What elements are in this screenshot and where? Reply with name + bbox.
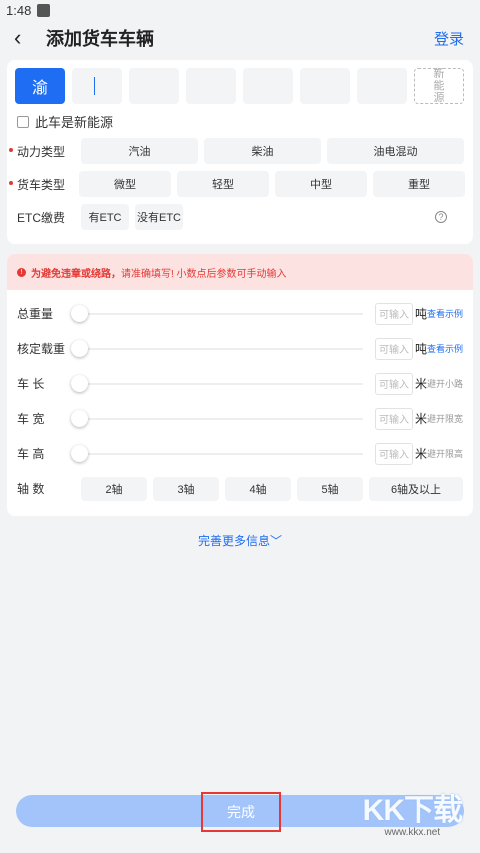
top-bar: ‹ 添加货车车辆 登录 xyxy=(0,20,480,56)
example-link[interactable]: 查看示例 xyxy=(427,307,465,320)
slider-knob[interactable] xyxy=(71,304,88,322)
truck-option-medium[interactable]: 中型 xyxy=(275,171,367,197)
example-link[interactable]: 查看示例 xyxy=(427,342,465,355)
warning-banner: ! 为避免违章或绕路， 请准确填写! 小数点后参数可手动输入 xyxy=(7,254,473,290)
warning-text: 请准确填写! 小数点后参数可手动输入 xyxy=(121,268,287,280)
power-type-row: 动力类型 汽油 柴油 油电混动 xyxy=(9,138,465,164)
page-title: 添加货车车辆 xyxy=(46,29,154,49)
hint-text: 避开限宽 xyxy=(427,414,464,424)
slider-track[interactable] xyxy=(71,339,363,357)
done-button[interactable]: 完成 xyxy=(201,792,281,832)
unit-label: 米 xyxy=(415,412,428,426)
watermark-url: www.kkx.net xyxy=(384,827,441,838)
slider-knob[interactable] xyxy=(71,444,88,462)
vehicle-basic-card: 渝 ﹀ 新 能 源 此车是新能源 动力类型 汽油 柴油 油电混动 货车类型 微型… xyxy=(7,60,473,244)
plate-new-energy-slot[interactable]: 新 能 源 xyxy=(414,68,464,104)
plate-char-4[interactable] xyxy=(243,68,293,104)
new-energy-checkbox[interactable] xyxy=(17,115,29,128)
axle-row: 轴 数 2轴 3轴 4轴 5轴 6轴及以上 xyxy=(15,471,465,506)
hint-text: 避开小路 xyxy=(427,379,464,389)
etc-option-yes[interactable]: 有ETC xyxy=(81,204,129,230)
power-option-diesel[interactable]: 柴油 xyxy=(204,138,321,164)
watermark: KK下载 www.kkx.net xyxy=(362,794,463,839)
value-input[interactable]: 可输入 xyxy=(375,372,413,395)
slider-track[interactable] xyxy=(71,374,363,392)
plate-char-1[interactable] xyxy=(72,68,122,104)
axle-option-6-plus[interactable]: 6轴及以上 xyxy=(369,476,463,501)
watermark-logo: KK下载 xyxy=(362,794,463,827)
axle-option-5[interactable]: 5轴 xyxy=(297,476,363,501)
truck-type-row: 货车类型 微型 轻型 中型 重型 xyxy=(9,171,465,197)
slider-row-width: 车 宽 可输入 米 避开限宽 xyxy=(15,401,465,436)
axle-option-3[interactable]: 3轴 xyxy=(153,476,219,501)
notification-icon xyxy=(37,3,51,17)
slider-label: 车 宽 xyxy=(17,412,45,426)
warning-bold: 为避免违章或绕路， xyxy=(31,268,121,280)
status-time: 1:48 xyxy=(6,2,32,18)
value-input[interactable]: 可输入 xyxy=(375,407,413,430)
slider-knob[interactable] xyxy=(71,409,88,427)
slider-row-total-weight: 总重量 可输入 吨 查看示例 xyxy=(15,296,465,331)
axle-option-2[interactable]: 2轴 xyxy=(81,476,147,501)
value-input[interactable]: 可输入 xyxy=(375,442,413,465)
plate-char-6[interactable] xyxy=(357,68,407,104)
dimensions-card: 总重量 可输入 吨 查看示例 核定载重 可输入 吨 查看示例 车 长 可输入 米… xyxy=(7,290,473,516)
status-bar: 1:48 xyxy=(0,0,480,20)
slider-track[interactable] xyxy=(71,409,363,427)
truck-option-mini[interactable]: 微型 xyxy=(79,171,171,197)
unit-label: 吨 xyxy=(415,342,428,356)
slider-row-height: 车 高 可输入 米 避开限高 xyxy=(15,436,465,471)
value-input[interactable]: 可输入 xyxy=(375,302,413,325)
truck-type-label: 货车类型 xyxy=(9,176,79,193)
etc-label: ETC缴费 xyxy=(17,210,66,225)
plate-input: 渝 ﹀ 新 能 源 xyxy=(15,68,465,104)
slider-knob[interactable] xyxy=(71,339,88,357)
plate-char-2[interactable] xyxy=(129,68,179,104)
plate-char-3[interactable] xyxy=(186,68,236,104)
new-energy-checkbox-row[interactable]: 此车是新能源 xyxy=(15,112,465,131)
slider-knob[interactable] xyxy=(71,374,88,392)
truck-option-heavy[interactable]: 重型 xyxy=(373,171,465,197)
slider-track[interactable] xyxy=(71,444,363,462)
new-energy-label: 此车是新能源 xyxy=(35,115,114,130)
plate-char-5[interactable] xyxy=(300,68,350,104)
plate-province-selector[interactable]: 渝 ﹀ xyxy=(15,68,65,104)
power-type-label: 动力类型 xyxy=(9,143,81,160)
axle-option-4[interactable]: 4轴 xyxy=(225,476,291,501)
etc-option-no[interactable]: 没有ETC xyxy=(135,204,183,230)
more-info-link[interactable]: 完善更多信息﹀ xyxy=(0,532,480,549)
alert-icon: ! xyxy=(17,267,26,277)
slider-row-length: 车 长 可输入 米 避开小路 xyxy=(15,366,465,401)
slider-label: 车 高 xyxy=(17,447,45,461)
slider-label: 车 长 xyxy=(17,377,45,391)
back-arrow-icon[interactable]: ‹ xyxy=(14,27,40,49)
unit-label: 米 xyxy=(415,447,428,461)
power-option-hybrid[interactable]: 油电混动 xyxy=(327,138,464,164)
unit-label: 吨 xyxy=(415,307,428,321)
truck-option-light[interactable]: 轻型 xyxy=(177,171,269,197)
chevron-down-icon: ﹀ xyxy=(35,91,45,101)
slider-label: 核定载重 xyxy=(17,342,66,356)
unit-label: 米 xyxy=(415,377,428,391)
hint-text: 避开限高 xyxy=(427,449,464,459)
value-input[interactable]: 可输入 xyxy=(375,337,413,360)
slider-track[interactable] xyxy=(71,304,363,322)
login-link[interactable]: 登录 xyxy=(434,28,464,49)
etc-row: ETC缴费 有ETC 没有ETC ? xyxy=(15,204,465,230)
slider-label: 总重量 xyxy=(17,307,54,321)
axle-label: 轴 数 xyxy=(17,482,45,496)
power-option-gasoline[interactable]: 汽油 xyxy=(81,138,198,164)
help-icon[interactable]: ? xyxy=(435,211,447,223)
slider-row-rated-load: 核定载重 可输入 吨 查看示例 xyxy=(15,331,465,366)
